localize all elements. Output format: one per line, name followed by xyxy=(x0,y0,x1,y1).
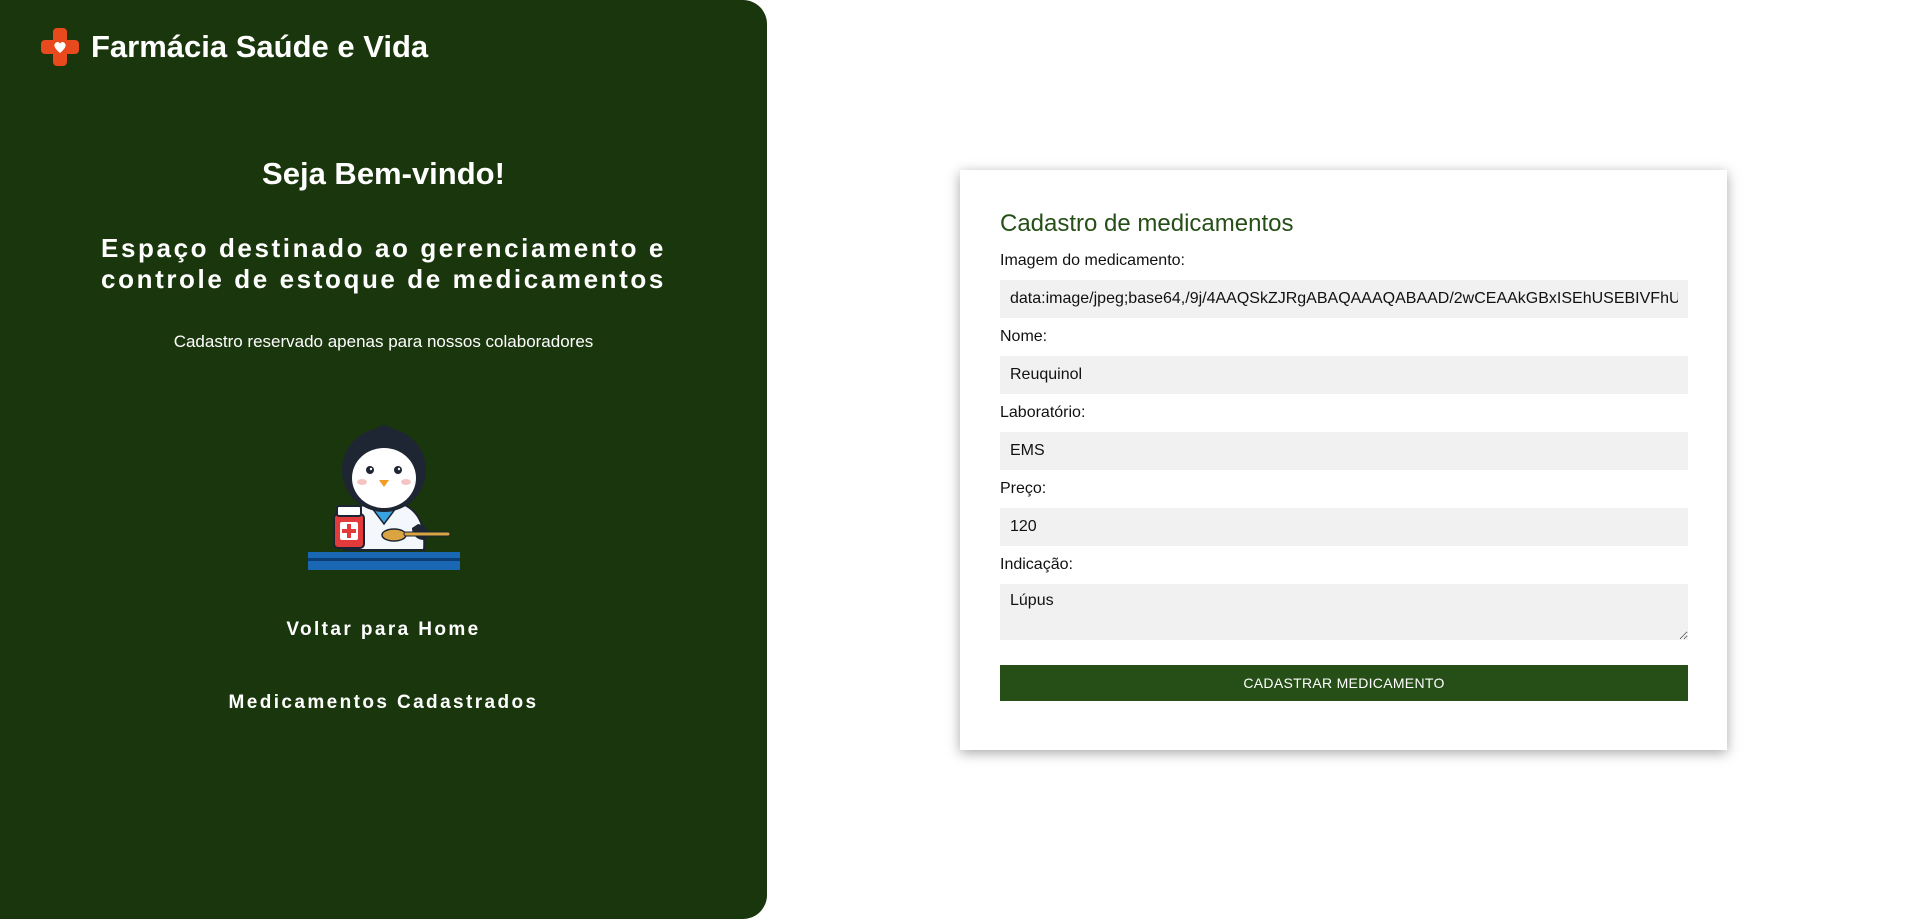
register-medicine-button[interactable]: CADASTRAR MEDICAMENTO xyxy=(1000,665,1688,701)
brand-name: Farmácia Saúde e Vida xyxy=(91,29,429,64)
medicine-form-card: Cadastro de medicamentos Imagem do medic… xyxy=(960,170,1727,750)
penguin-pharmacist-illustration xyxy=(306,424,462,574)
sidebar-subtitle: Espaço destinado ao gerenciamento e cont… xyxy=(0,233,767,295)
name-input[interactable] xyxy=(1000,356,1688,394)
form-title: Cadastro de medicamentos xyxy=(1000,210,1294,237)
subtitle-line-2: controle de estoque de medicamentos xyxy=(101,264,666,294)
welcome-heading: Seja Bem-vindo! xyxy=(262,156,505,191)
sidebar-panel: Farmácia Saúde e Vida Seja Bem-vindo! Es… xyxy=(0,0,767,919)
price-input[interactable] xyxy=(1000,508,1688,546)
image-input[interactable] xyxy=(1000,280,1688,318)
indication-textarea[interactable]: Lúpus xyxy=(1000,584,1688,640)
brand[interactable]: Farmácia Saúde e Vida xyxy=(39,26,428,68)
collaborators-note: Cadastro reservado apenas para nossos co… xyxy=(173,332,594,351)
lab-input[interactable] xyxy=(1000,432,1688,470)
image-label: Imagem do medicamento: xyxy=(1000,252,1185,269)
pharmacy-cross-heart-icon xyxy=(39,26,81,68)
lab-label: Laboratório: xyxy=(1000,404,1086,421)
back-to-home-link[interactable]: Voltar para Home xyxy=(0,619,767,641)
subtitle-line-1: Espaço destinado ao gerenciamento e xyxy=(101,233,666,263)
name-label: Nome: xyxy=(1000,328,1048,345)
price-label: Preço: xyxy=(1000,480,1047,497)
indication-label: Indicação: xyxy=(1000,556,1073,573)
page: Farmácia Saúde e Vida Seja Bem-vindo! Es… xyxy=(0,0,1920,919)
registered-medicines-link[interactable]: Medicamentos Cadastrados xyxy=(0,692,767,714)
